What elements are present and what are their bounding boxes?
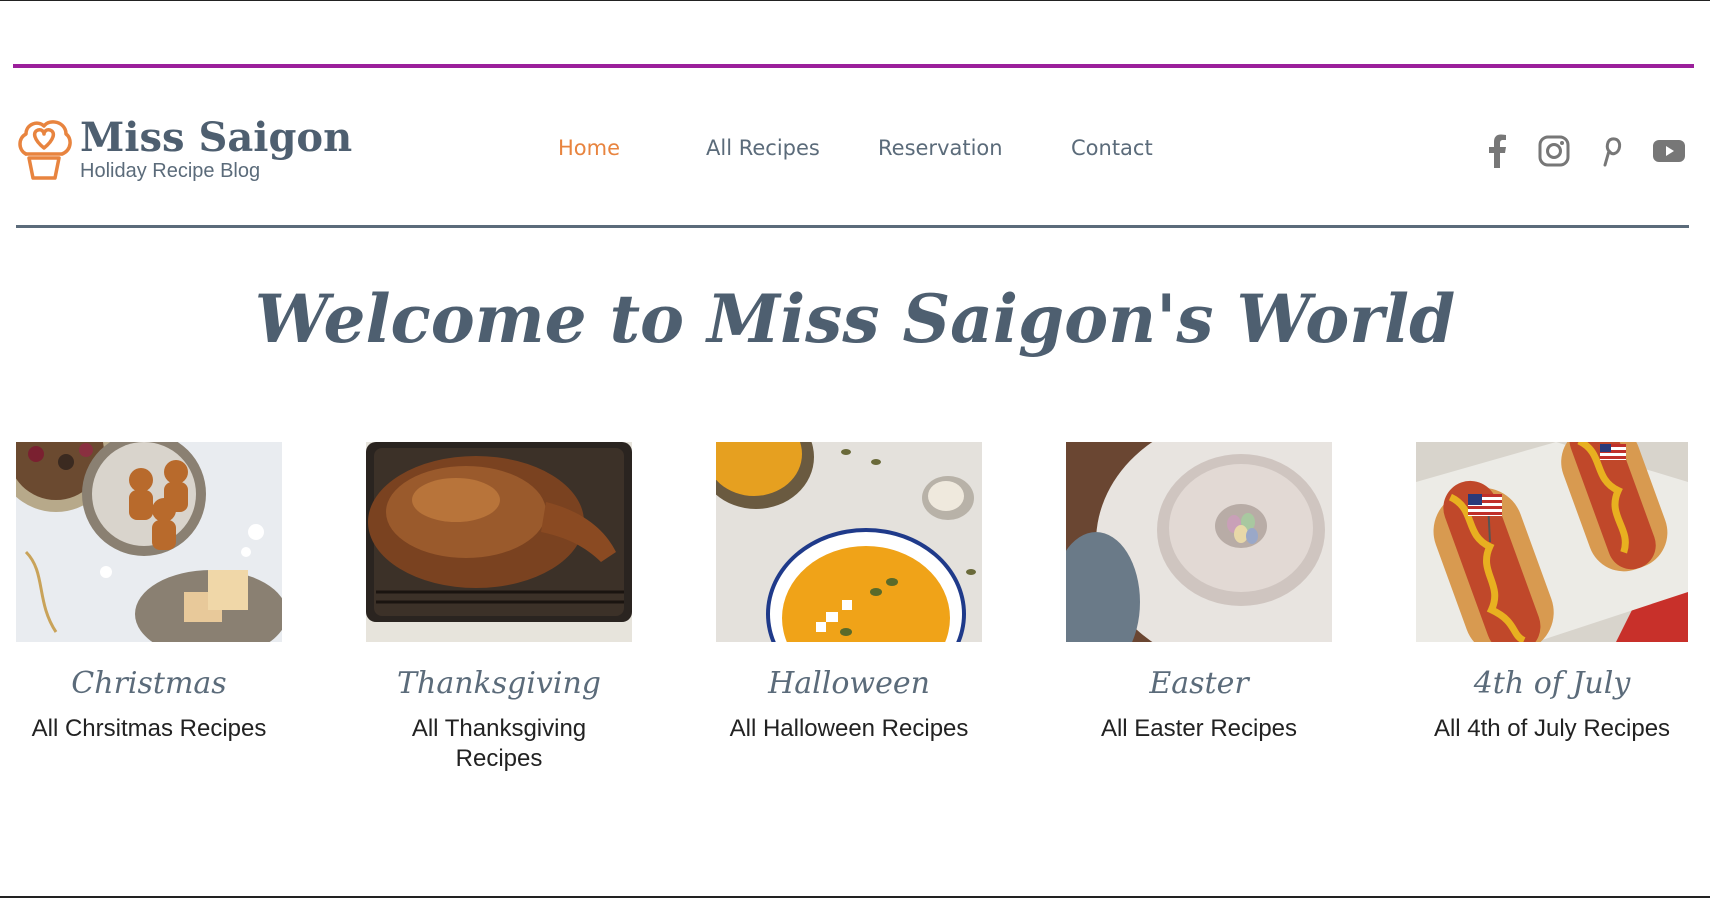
nav-reservation[interactable]: Reservation: [878, 136, 1003, 160]
category-link[interactable]: All Easter Recipes: [1026, 714, 1372, 744]
hero-title: Welcome to Miss Saigon's World: [254, 280, 1456, 358]
category-title: Thanksgiving: [397, 666, 601, 701]
category-title: Christmas: [71, 666, 227, 701]
window-top-border: [0, 0, 1710, 1]
youtube-icon: [1653, 140, 1685, 162]
nav-contact[interactable]: Contact: [1071, 136, 1153, 160]
main-nav: Home All Recipes Reservation Contact: [0, 136, 1710, 170]
nav-home[interactable]: Home: [558, 136, 620, 160]
category-link[interactable]: All Chrsitmas Recipes: [0, 714, 322, 744]
category-title: Easter: [1149, 666, 1249, 701]
facebook-icon: [1489, 134, 1506, 168]
facebook-link[interactable]: [1486, 134, 1508, 170]
nav-all-recipes[interactable]: All Recipes: [706, 136, 820, 160]
category-title: Halloween: [768, 666, 930, 701]
category-card-christmas: Christmas All Chrsitmas Recipes: [16, 442, 282, 742]
pumpkin-soup-image[interactable]: [716, 442, 982, 642]
category-link[interactable]: All Thanksgiving Recipes: [379, 714, 619, 774]
category-card-halloween: Halloween All Halloween Recipes: [716, 442, 982, 742]
gingerbread-cookies-image[interactable]: [16, 442, 282, 642]
category-link[interactable]: All 4th of July Recipes: [1376, 714, 1710, 744]
header-divider: [16, 225, 1689, 228]
instagram-icon: [1538, 135, 1570, 167]
category-card-4th-of-july: 4th of July All 4th of July Recipes: [1416, 442, 1688, 742]
accent-bar: [13, 64, 1694, 68]
roast-turkey-image[interactable]: [366, 442, 632, 642]
instagram-link[interactable]: [1538, 134, 1570, 170]
category-card-thanksgiving: Thanksgiving All Thanksgiving Recipes: [366, 442, 632, 772]
youtube-link[interactable]: [1652, 134, 1686, 170]
category-card-easter: Easter All Easter Recipes: [1066, 442, 1332, 742]
window-bottom-border: [0, 896, 1710, 898]
hot-dogs-flag-image[interactable]: [1416, 442, 1688, 642]
pinterest-link[interactable]: [1598, 134, 1624, 170]
pinterest-icon: [1603, 137, 1622, 167]
category-title: 4th of July: [1473, 666, 1631, 701]
category-link[interactable]: All Halloween Recipes: [676, 714, 1022, 744]
easter-bundt-cake-image[interactable]: [1066, 442, 1332, 642]
